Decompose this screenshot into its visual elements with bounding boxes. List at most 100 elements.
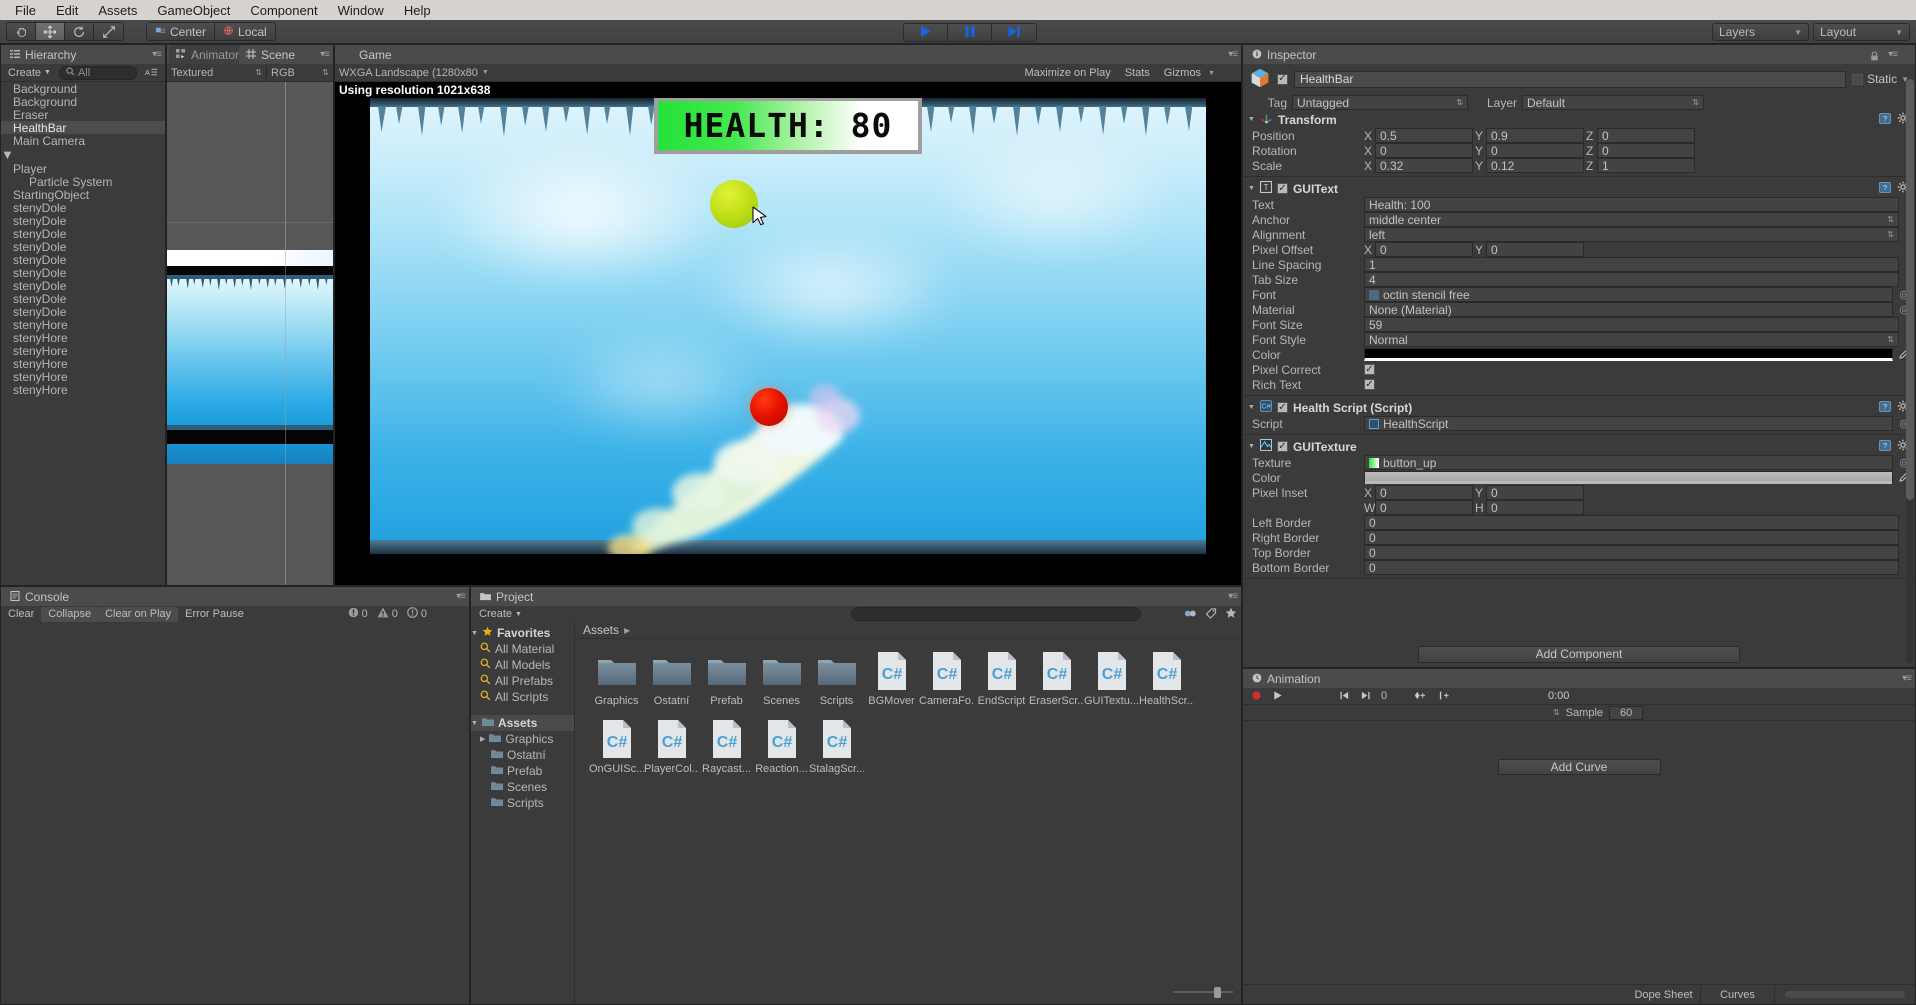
menu-item-gameobject[interactable]: GameObject — [148, 2, 239, 19]
console-collapse-button[interactable]: Collapse — [41, 606, 99, 622]
tab-scene[interactable]: Scene — [239, 45, 310, 64]
hierarchy-item[interactable]: stenyHore — [1, 357, 165, 371]
layers-dropdown[interactable]: Layers ▼ — [1712, 23, 1809, 41]
hierarchy-item[interactable]: stenyDole — [1, 266, 165, 280]
project-asset-item[interactable]: C# CameraFo... — [919, 651, 974, 707]
breadcrumb-assets[interactable]: Assets — [583, 623, 619, 637]
vector3-field[interactable]: X 0.32 Y 0.12 Z 1 — [1364, 158, 1915, 173]
property-input[interactable]: 0 — [1364, 560, 1899, 575]
project-tree-item[interactable]: Scripts — [471, 795, 574, 811]
add-component-button[interactable]: Add Component — [1418, 645, 1740, 663]
console-error-pause-button[interactable]: Error Pause — [178, 607, 251, 622]
disclosure-triangle-icon[interactable]: ▼ — [1248, 443, 1255, 450]
inspector-scrollbar[interactable] — [1906, 79, 1914, 663]
hierarchy-item[interactable]: stenyDole — [1, 279, 165, 293]
rotate-tool-button[interactable] — [65, 23, 94, 40]
vector3-field[interactable]: X0Y0Z0 — [1364, 143, 1915, 158]
help-icon[interactable]: ? — [1879, 400, 1891, 415]
object-field[interactable]: None (Material) — [1364, 302, 1893, 317]
tab-animation[interactable]: Animation — [1245, 669, 1335, 688]
project-asset-item[interactable]: Graphics — [589, 651, 644, 707]
hierarchy-item[interactable]: stenyDole — [1, 253, 165, 267]
hierarchy-item[interactable]: stenyDole — [1, 292, 165, 306]
help-icon[interactable]: ? — [1879, 439, 1891, 454]
hierarchy-item[interactable]: StartingObject — [1, 188, 165, 202]
layer-dropdown[interactable]: Default ⇅ — [1522, 95, 1704, 110]
vector-z-input[interactable]: 0 — [1597, 143, 1695, 158]
project-tree-item[interactable]: Ostatní — [471, 747, 574, 763]
project-favorite-item[interactable]: All Models — [471, 657, 574, 673]
menu-item-assets[interactable]: Assets — [89, 2, 146, 19]
vector-x-input[interactable]: 0.5 — [1375, 128, 1473, 143]
console-menu-icon[interactable]: ▾≡ — [456, 591, 466, 602]
play-button[interactable] — [904, 24, 948, 41]
property-input[interactable]: 0 — [1364, 515, 1899, 530]
hierarchy-item[interactable]: stenyDole — [1, 305, 165, 319]
tab-project[interactable]: Project — [473, 587, 548, 606]
scene-colormode-dropdown[interactable]: RGB ⇅ — [267, 65, 333, 81]
disclosure-triangle-icon[interactable]: ▼ — [1, 147, 14, 162]
lock-icon[interactable] — [1870, 49, 1879, 64]
scale-tool-button[interactable] — [94, 23, 123, 40]
menu-item-edit[interactable]: Edit — [47, 2, 87, 19]
game-view[interactable]: Using resolution 1021x638 HEALTH: 80 — [335, 82, 1241, 585]
hierarchy-item[interactable]: stenyDole — [1, 227, 165, 241]
hierarchy-item[interactable]: stenyDole — [1, 201, 165, 215]
project-tree[interactable]: ▼ Favorites All Material All Models All Pref… — [471, 622, 575, 1004]
color-swatch[interactable] — [1364, 348, 1893, 361]
pivot-mode-button[interactable]: Center — [147, 23, 216, 40]
hierarchy-item[interactable]: Main Camera — [1, 134, 165, 148]
filter-label-icon[interactable] — [1205, 607, 1217, 622]
hierarchy-item[interactable]: stenyHore — [1, 331, 165, 345]
console-log-area[interactable] — [1, 622, 469, 1004]
disclosure-triangle-icon[interactable]: ▶ — [480, 735, 485, 743]
maximize-on-play-button[interactable]: Maximize on Play — [1018, 67, 1118, 79]
record-button[interactable] — [1251, 689, 1262, 704]
project-asset-grid[interactable]: Graphics Ostatní Prefab Scenes Scripts C# BGMo… — [575, 639, 1241, 787]
help-icon[interactable]: ? — [1879, 181, 1891, 196]
project-zoom-slider[interactable] — [1173, 986, 1233, 998]
vector-x-input[interactable]: 0 — [1375, 143, 1473, 158]
project-asset-item[interactable]: Ostatní — [644, 651, 699, 707]
object-enabled-checkbox[interactable]: ✓ — [1277, 73, 1288, 85]
animation-timeline-scrollbar[interactable] — [1785, 991, 1905, 998]
pause-button[interactable] — [948, 24, 992, 41]
layout-dropdown[interactable]: Layout ▼ — [1813, 23, 1910, 41]
property-input[interactable]: 1 — [1364, 257, 1899, 272]
property-checkbox[interactable]: ✓ — [1364, 379, 1375, 390]
project-favorite-item[interactable]: All Material — [471, 641, 574, 657]
tab-console[interactable]: Console — [3, 587, 84, 606]
vector3-field[interactable]: X 0.5 Y 0.9 Z 0 — [1364, 128, 1915, 143]
project-favorite-item[interactable]: All Scripts — [471, 689, 574, 705]
hierarchy-item[interactable]: Background — [1, 95, 165, 109]
project-assets-root[interactable]: ▼ Assets — [471, 715, 574, 731]
hierarchy-item[interactable]: Particle System — [1, 175, 165, 189]
static-checkbox[interactable] — [1852, 73, 1864, 85]
console-clear-button[interactable]: Clear — [1, 607, 41, 622]
project-asset-item[interactable]: C# PlayerCol... — [644, 719, 699, 775]
inspector-menu-icon[interactable]: ▾≡ — [1888, 49, 1898, 60]
menu-item-help[interactable]: Help — [395, 2, 440, 19]
component-enabled-checkbox[interactable]: ✓ — [1276, 402, 1288, 413]
console-log-count[interactable]: 0 — [348, 607, 368, 621]
hierarchy-create-button[interactable]: Create ▼ — [4, 67, 55, 79]
hierarchy-menu-icon[interactable]: ▾≡ — [152, 49, 162, 60]
curves-tab[interactable]: Curves — [1701, 985, 1775, 1004]
sample-value[interactable]: 60 — [1609, 705, 1644, 720]
disclosure-triangle-icon[interactable]: ▼ — [1248, 185, 1255, 192]
hierarchy-item[interactable]: stenyHore — [1, 370, 165, 384]
tab-game[interactable]: Game — [337, 45, 406, 64]
hierarchy-item[interactable]: Player — [1, 162, 165, 176]
animation-menu-icon[interactable]: ▾≡ — [1902, 673, 1912, 684]
object-name-field[interactable]: HealthBar — [1294, 70, 1847, 88]
project-asset-item[interactable]: Scripts — [809, 651, 864, 707]
disclosure-triangle-icon[interactable]: ▼ — [471, 720, 478, 727]
color-swatch[interactable] — [1364, 471, 1893, 484]
hierarchy-list[interactable]: Background Background Eraser HealthBar Main … — [1, 82, 165, 585]
object-field[interactable]: HealthScript — [1364, 416, 1893, 431]
hierarchy-item[interactable]: stenyDole — [1, 214, 165, 228]
menu-item-component[interactable]: Component — [241, 2, 326, 19]
add-curve-button[interactable]: Add Curve — [1497, 759, 1661, 775]
menu-item-file[interactable]: File — [6, 2, 45, 19]
pivot-rotation-button[interactable]: Local — [215, 23, 275, 40]
